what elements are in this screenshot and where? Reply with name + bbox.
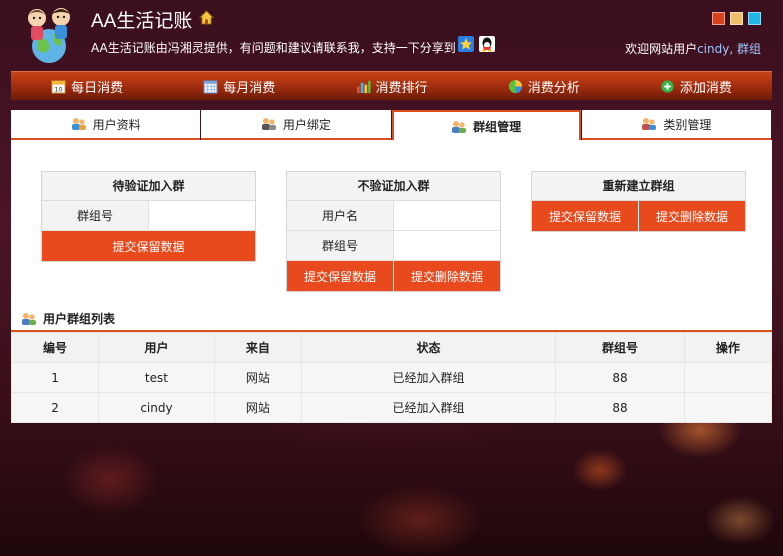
tab-group-management-label: 群组管理 bbox=[473, 120, 522, 134]
no-verify-group-number-input[interactable] bbox=[394, 231, 500, 260]
group-list-table: 编号 用户 来自 状态 群组号 操作 1 test 网站 已经加入群组 88 2… bbox=[10, 332, 773, 423]
group-list-title: 用户群组列表 bbox=[43, 312, 116, 326]
nav-analysis[interactable]: 消费分析 bbox=[468, 72, 620, 100]
group-icon bbox=[22, 312, 36, 325]
pie-chart-icon bbox=[508, 79, 522, 93]
qzone-share-icon[interactable] bbox=[458, 36, 474, 52]
table-row: 1 test 网站 已经加入群组 88 bbox=[10, 362, 773, 393]
users-icon bbox=[71, 118, 86, 130]
username-link[interactable]: cindy, bbox=[697, 42, 733, 56]
group-link[interactable]: 群组 bbox=[737, 42, 761, 56]
join-with-verify-box: 待验证加入群 群组号 提交保留数据 bbox=[41, 171, 256, 262]
group-number-row: 群组号 bbox=[42, 201, 255, 231]
theme-swatch-orange[interactable] bbox=[730, 12, 743, 25]
tab-user-profile[interactable]: 用户资料 bbox=[11, 110, 201, 140]
column-header: 状态 bbox=[300, 332, 557, 363]
table-header-row: 编号 用户 来自 状态 群组号 操作 bbox=[10, 332, 773, 363]
add-circle-icon bbox=[661, 79, 674, 93]
join-with-verify-title: 待验证加入群 bbox=[42, 172, 255, 201]
bar-chart-icon bbox=[356, 80, 371, 93]
table-cell: 2 bbox=[10, 392, 100, 423]
table-cell: 网站 bbox=[213, 392, 302, 423]
column-header: 群组号 bbox=[555, 332, 685, 363]
welcome-prefix: 欢迎网站用户 bbox=[625, 42, 698, 56]
nav-daily-expense[interactable]: 10 每日消费 bbox=[11, 72, 163, 100]
table-row: 2 cindy 网站 已经加入群组 88 bbox=[10, 392, 773, 423]
group-list-heading: 用户群组列表 bbox=[21, 310, 115, 327]
join-without-verify-title: 不验证加入群 bbox=[287, 172, 500, 201]
site-title: AA生活记账 bbox=[91, 11, 193, 32]
rebuild-submit-keep-button[interactable]: 提交保留数据 bbox=[532, 201, 639, 231]
group-number-label: 群组号 bbox=[287, 231, 394, 260]
nav-monthly-expense[interactable]: 每月消费 bbox=[163, 72, 315, 100]
column-header: 用户 bbox=[98, 332, 215, 363]
join-without-verify-box: 不验证加入群 用户名 群组号 提交保留数据 提交删除数据 bbox=[286, 171, 501, 292]
nav-add-label: 添加消费 bbox=[679, 80, 732, 96]
theme-swatch-blue[interactable] bbox=[748, 12, 761, 25]
tab-category-management-label: 类别管理 bbox=[663, 117, 712, 132]
settings-tabs: 用户资料 用户绑定 群组管理 类别管理 bbox=[11, 110, 772, 141]
users-icon bbox=[261, 118, 276, 130]
nav-add-expense[interactable]: 添加消费 bbox=[620, 72, 772, 100]
nav-daily-label: 每日消费 bbox=[71, 80, 124, 96]
main-nav: 10 每日消费 每月消费 消费排行 消费分析 添加消费 bbox=[11, 71, 772, 100]
column-header: 来自 bbox=[213, 332, 302, 363]
nav-analysis-label: 消费分析 bbox=[527, 80, 580, 96]
rebuild-group-title: 重新建立群组 bbox=[532, 172, 745, 201]
column-header: 编号 bbox=[10, 332, 100, 363]
table-cell-actions bbox=[683, 362, 773, 393]
welcome-text: 欢迎网站用户cindy, 群组 bbox=[625, 40, 761, 57]
table-cell: test bbox=[98, 362, 215, 393]
tab-group-management[interactable]: 群组管理 bbox=[391, 110, 581, 141]
tab-category-management[interactable]: 类别管理 bbox=[581, 110, 772, 140]
logo-kids-globe-icon bbox=[28, 8, 70, 63]
calendar-icon: 10 bbox=[51, 79, 66, 93]
users-icon bbox=[642, 118, 657, 130]
calendar-grid-icon bbox=[203, 79, 218, 94]
nav-ranking-label: 消费排行 bbox=[375, 80, 428, 96]
header: AA生活记账 AA生活记账由冯湘灵提供，有问题和建议请联系我，支持一下分享到 欢… bbox=[0, 0, 783, 68]
no-verify-submit-delete-button[interactable]: 提交删除数据 bbox=[394, 261, 500, 291]
tab-user-binding[interactable]: 用户绑定 bbox=[201, 110, 391, 140]
table-cell: 88 bbox=[555, 392, 685, 423]
group-icon bbox=[452, 120, 467, 133]
tagline: AA生活记账由冯湘灵提供，有问题和建议请联系我，支持一下分享到 bbox=[91, 41, 456, 55]
theme-swatch-red[interactable] bbox=[712, 12, 725, 25]
verify-group-number-input[interactable] bbox=[149, 201, 255, 230]
username-row: 用户名 bbox=[287, 201, 500, 231]
tab-user-binding-label: 用户绑定 bbox=[282, 117, 331, 132]
table-cell-actions bbox=[683, 392, 773, 423]
table-cell: 已经加入群组 bbox=[300, 362, 557, 393]
table-cell: cindy bbox=[98, 392, 215, 423]
qq-share-icon[interactable] bbox=[479, 36, 495, 52]
username-input[interactable] bbox=[394, 201, 500, 230]
column-header: 操作 bbox=[683, 332, 773, 363]
group-management-panel: 待验证加入群 群组号 提交保留数据 不验证加入群 用户名 群组号 提交保留数据 … bbox=[10, 140, 773, 423]
svg-text:10: 10 bbox=[54, 85, 62, 93]
table-cell: 1 bbox=[10, 362, 100, 393]
rebuild-group-box: 重新建立群组 提交保留数据 提交删除数据 bbox=[531, 171, 746, 232]
nav-monthly-label: 每月消费 bbox=[223, 80, 276, 96]
no-verify-submit-keep-button[interactable]: 提交保留数据 bbox=[287, 261, 394, 291]
table-cell: 网站 bbox=[213, 362, 302, 393]
rebuild-submit-delete-button[interactable]: 提交删除数据 bbox=[639, 201, 745, 231]
home-icon[interactable] bbox=[199, 10, 214, 25]
nav-ranking[interactable]: 消费排行 bbox=[315, 72, 467, 100]
group-number-row: 群组号 bbox=[287, 231, 500, 261]
username-label: 用户名 bbox=[287, 201, 394, 230]
group-number-label: 群组号 bbox=[42, 201, 149, 230]
table-cell: 88 bbox=[555, 362, 685, 393]
table-cell: 已经加入群组 bbox=[300, 392, 557, 423]
tab-user-profile-label: 用户资料 bbox=[92, 117, 141, 132]
verify-submit-keep-button[interactable]: 提交保留数据 bbox=[42, 231, 255, 261]
